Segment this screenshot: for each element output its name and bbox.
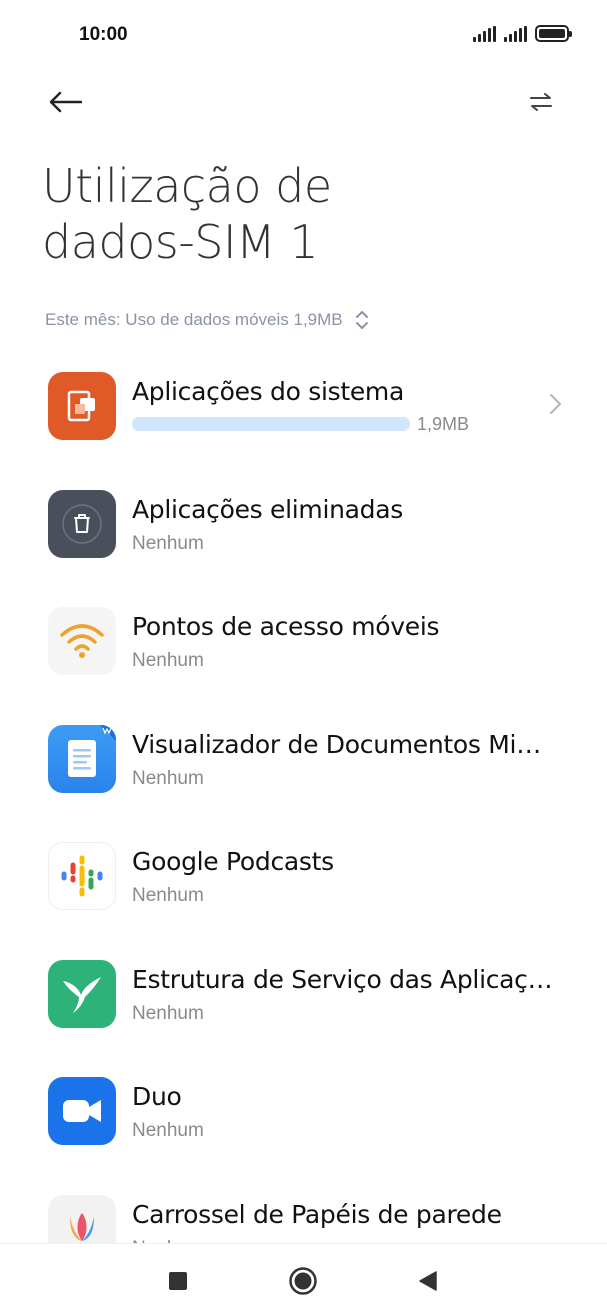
battery-icon: [535, 25, 572, 42]
switch-sim-button[interactable]: [519, 80, 563, 124]
app-name: Estrutura de Serviço das Aplicaç…: [132, 965, 553, 994]
app-usage: Nenhum: [132, 650, 204, 671]
navigation-bar: [0, 1243, 607, 1316]
app-usage: Nenhum: [132, 768, 204, 789]
nav-back-button[interactable]: [408, 1264, 448, 1298]
sort-updown-icon: [355, 311, 368, 329]
app-name: Aplicações do sistema: [132, 377, 404, 406]
app-name: Google Podcasts: [132, 847, 334, 876]
home-button[interactable]: [283, 1264, 323, 1298]
video-camera-icon: [48, 1077, 116, 1145]
triangle-back-icon: [419, 1271, 437, 1291]
wifi-hotspot-icon: [48, 607, 116, 675]
page-title-line1: Utilização de: [42, 159, 332, 213]
status-bar: 10:00: [0, 0, 607, 70]
status-time: 10:00: [79, 24, 128, 45]
hummingbird-icon: [48, 960, 116, 1028]
back-button[interactable]: [40, 80, 90, 124]
status-icons: [473, 25, 572, 42]
recents-button[interactable]: [158, 1264, 198, 1298]
list-item[interactable]: Estrutura de Serviço das Aplicaç… Nenhum: [0, 938, 607, 1048]
page-title-line2: dados-SIM 1: [42, 215, 319, 269]
usage-summary[interactable]: Este mês: Uso de dados móveis 1,9MB: [45, 309, 371, 331]
app-name: Pontos de acesso móveis: [132, 612, 440, 641]
app-name: Carrossel de Papéis de parede: [132, 1200, 502, 1229]
app-usage: Nenhum: [132, 1120, 204, 1141]
app-usage: Nenhum: [132, 1003, 204, 1024]
signal-icon: [504, 25, 527, 42]
list-item[interactable]: Visualizador de Documentos Mi… Nenhum: [0, 703, 607, 813]
signal-icon: [473, 25, 496, 42]
app-name: Duo: [132, 1082, 182, 1111]
list-item[interactable]: Google Podcasts Nenhum: [0, 820, 607, 930]
podcasts-icon: [48, 842, 116, 910]
arrow-left-icon: [49, 91, 82, 113]
usage-summary-text: Este mês: Uso de dados móveis 1,9MB: [45, 310, 343, 329]
list-item[interactable]: Aplicações eliminadas Nenhum: [0, 468, 607, 578]
app-name: Visualizador de Documentos Mi…: [132, 730, 541, 759]
list-item[interactable]: Duo Nenhum: [0, 1055, 607, 1165]
swap-arrows-icon: [530, 93, 552, 111]
list-item[interactable]: Aplicações do sistema 1,9MB: [0, 350, 607, 460]
usage-value: 1,9MB: [417, 414, 470, 434]
chevron-right-icon: [550, 394, 561, 414]
page-title: Utilização de dados-SIM 1: [42, 158, 562, 270]
top-bar: [0, 78, 607, 126]
app-usage: Nenhum: [132, 885, 204, 906]
list-item[interactable]: Pontos de acesso móveis Nenhum: [0, 585, 607, 695]
system-apps-icon: [48, 372, 116, 440]
square-icon: [169, 1272, 187, 1290]
trash-icon: [48, 490, 116, 558]
app-usage: Nenhum: [132, 533, 204, 554]
circle-icon: [289, 1267, 317, 1295]
app-name: Aplicações eliminadas: [132, 495, 403, 524]
document-viewer-icon: [48, 725, 116, 793]
usage-bar: [132, 417, 410, 431]
